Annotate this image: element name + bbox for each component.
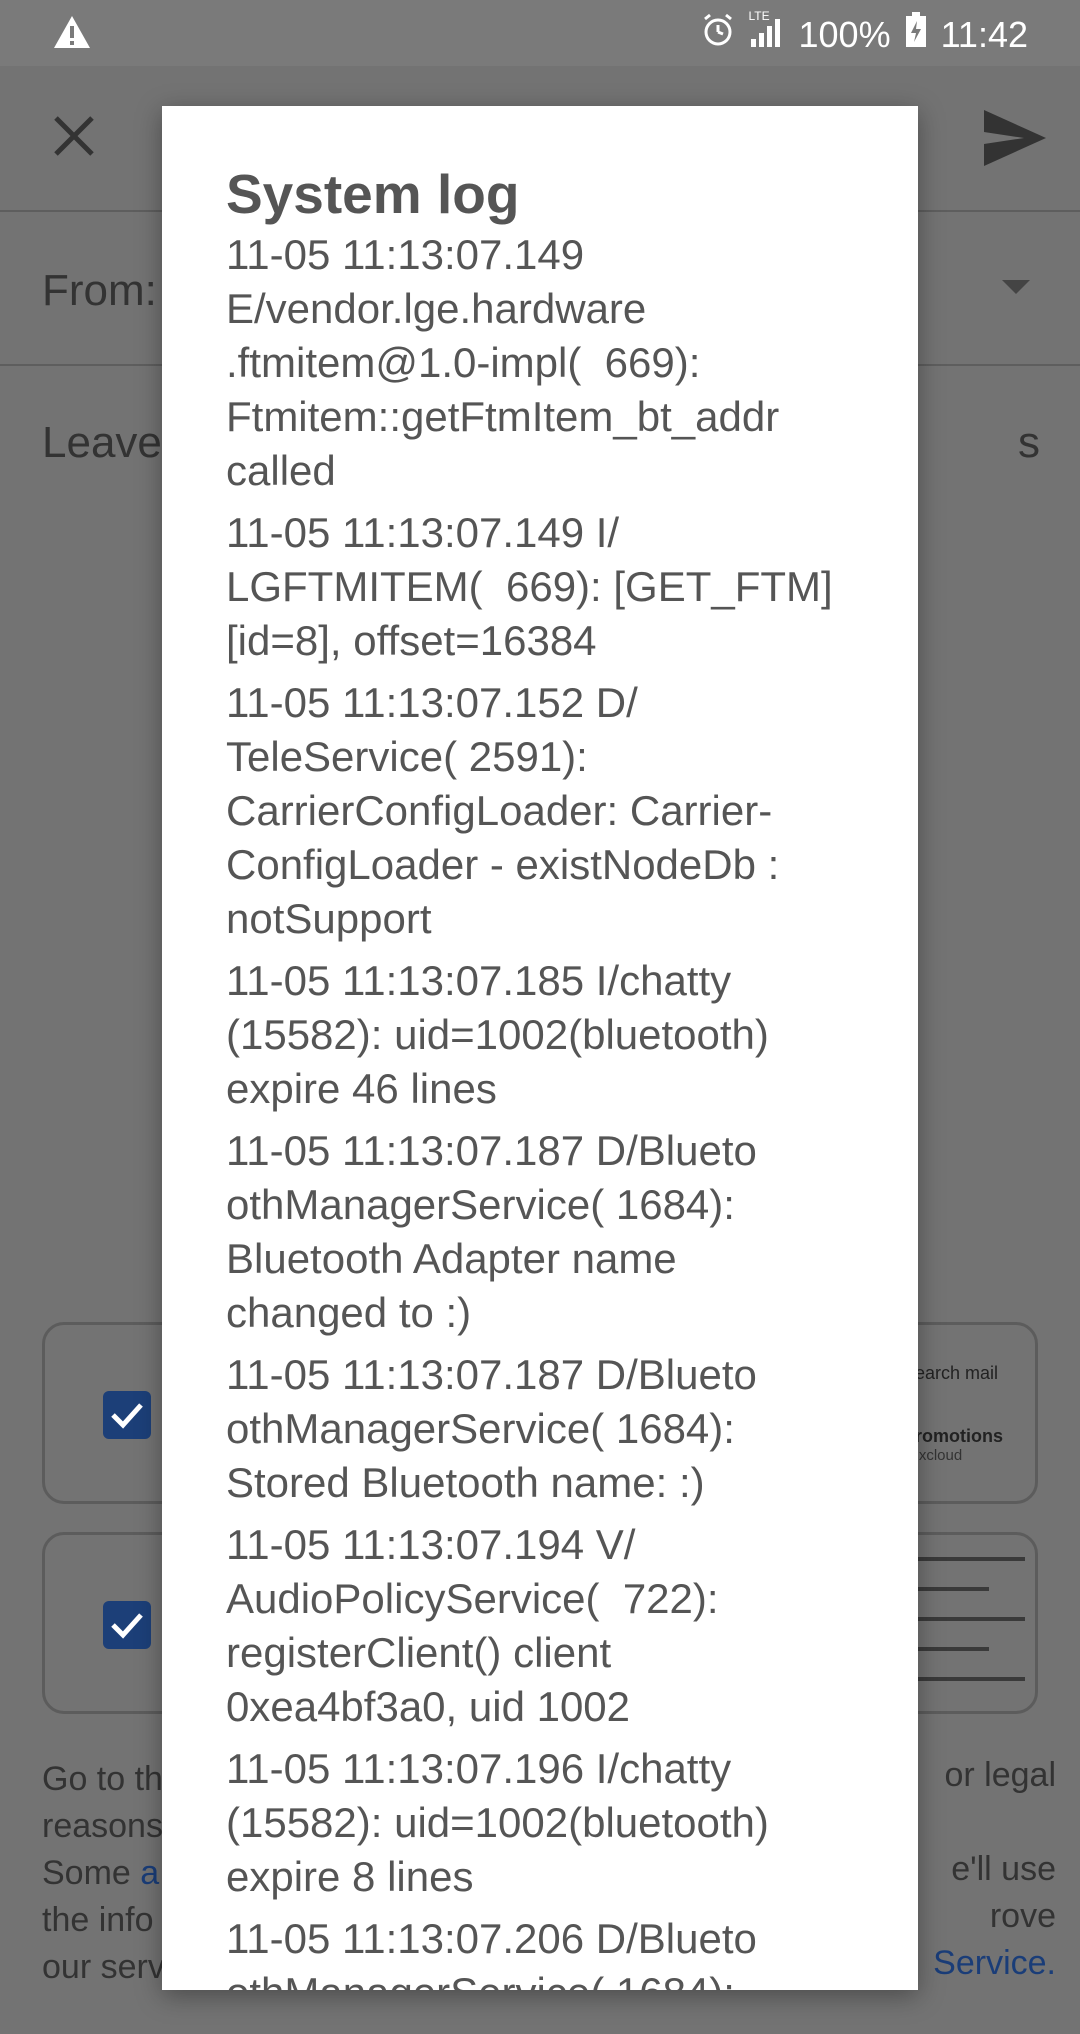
- footer-line1: Go to th: [42, 1760, 163, 1798]
- footer-line4: the info: [42, 1901, 154, 1939]
- alarm-icon: [701, 13, 735, 56]
- preview-category: RY: [903, 1408, 1023, 1420]
- footer-line5: our serv: [42, 1948, 165, 1986]
- log-preview-lines: [905, 1557, 1025, 1707]
- log-entry: 11-05 11:13:07.196 I/chatty (15582): uid…: [226, 1745, 769, 1900]
- system-log-dialog[interactable]: System log 11-05 11:13:07.149 E/vendor.l…: [162, 106, 918, 1990]
- footer-line3-right: e'll use: [951, 1850, 1056, 1888]
- clock: 11:42: [940, 13, 1028, 55]
- network-label: LTE: [748, 9, 770, 23]
- status-bar: LTE 100% 11:42: [0, 0, 1080, 66]
- checkbox-icon[interactable]: [103, 1601, 151, 1649]
- log-entry: 11-05 11:13:07.206 D/Blueto othManagerSe…: [226, 1915, 757, 1990]
- log-list[interactable]: 11-05 11:13:07.149 E/vendor.lge.hardware…: [226, 228, 906, 1990]
- screenshot-preview: Search mail RY Promotions Mixcloud: [903, 1363, 1023, 1464]
- log-entry: 11-05 11:13:07.187 D/Blueto othManagerSe…: [226, 1127, 757, 1336]
- footer-line2: reasons: [42, 1807, 163, 1845]
- footer-line3: Some: [42, 1854, 141, 1892]
- checkbox-icon[interactable]: [103, 1391, 151, 1439]
- battery-icon: [905, 12, 927, 57]
- battery-percent: 100%: [798, 13, 891, 55]
- from-label: From:: [42, 266, 157, 315]
- chevron-down-icon[interactable]: [1002, 280, 1030, 294]
- log-entry: 11-05 11:13:07.149 I/ LGFTMITEM( 669): […: [226, 509, 833, 664]
- footer-period: .: [1046, 1944, 1056, 1982]
- footer-link-service[interactable]: Service: [933, 1944, 1046, 1982]
- preview-search: Search mail: [903, 1363, 999, 1383]
- close-icon[interactable]: [46, 108, 102, 164]
- send-icon[interactable]: [980, 106, 1050, 170]
- preview-source: Mixcloud: [903, 1447, 963, 1464]
- footer-line4-right: rove: [989, 1897, 1056, 1935]
- log-entry: 11-05 11:13:07.149 E/vendor.lge.hardware…: [226, 231, 780, 494]
- footer-line5-right: Service.: [933, 1944, 1056, 1983]
- warning-icon: [52, 14, 92, 59]
- signal-icon: LTE: [749, 9, 785, 56]
- log-entry: 11-05 11:13:07.185 I/chatty (15582): uid…: [226, 957, 769, 1112]
- log-entry: 11-05 11:13:07.187 D/Blueto othManagerSe…: [226, 1351, 757, 1506]
- footer-line1-right: or legal: [944, 1756, 1056, 1794]
- log-entry: 11-05 11:13:07.194 V/ AudioPolicyService…: [226, 1521, 719, 1730]
- footer-link-a[interactable]: a: [140, 1854, 159, 1892]
- preview-promo: Promotions: [903, 1426, 1004, 1446]
- dialog-title: System log: [226, 163, 520, 225]
- leave-text-tail: s: [1018, 418, 1040, 467]
- log-entry: 11-05 11:13:07.152 D/ TeleService( 2591)…: [226, 679, 780, 942]
- leave-text: Leave: [42, 418, 162, 467]
